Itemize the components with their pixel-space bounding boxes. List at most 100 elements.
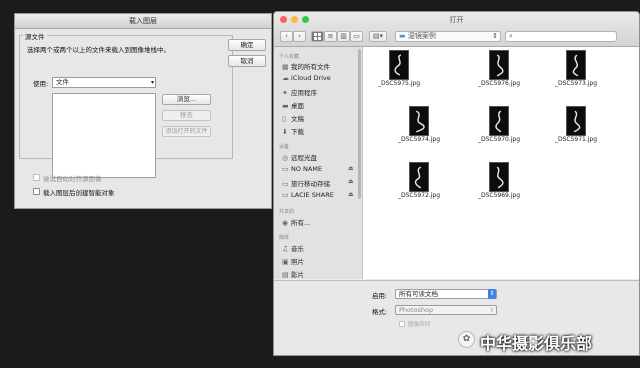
download-icon: ⬇ [282, 128, 288, 136]
sidebar-item-all-shared[interactable]: ◉ 所有... [282, 217, 310, 227]
camera-icon: ▣ [282, 258, 289, 266]
column-view-button[interactable]: ▥ [337, 31, 350, 42]
disc-icon: ◎ [282, 154, 289, 162]
file-name: _DSC5972.jpg [397, 192, 441, 199]
file-list[interactable] [52, 93, 156, 178]
sidebar-item-label: 我的所有文件 [291, 63, 330, 71]
all-files-icon: ▦ [282, 63, 289, 71]
coverflow-view-button[interactable]: ▭ [350, 31, 363, 42]
sidebar-item-photos[interactable]: ▣ 照片 [282, 256, 304, 266]
watermark-text: 中华摄影俱乐部 [480, 334, 593, 353]
use-select-value: 文件 [56, 78, 69, 86]
file-item[interactable]: _DSC5976.jpg [469, 50, 529, 87]
chevron-down-icon: ▾ [150, 79, 154, 86]
image-thumbnail [566, 106, 586, 136]
image-thumbnail [409, 106, 429, 136]
sidebar-item-applications[interactable]: ✦ 应用程序 [282, 87, 317, 97]
remove-button[interactable]: 移去 [162, 110, 211, 121]
columns-icon: ▥ [340, 32, 347, 40]
sidebar-item-icloud[interactable]: ☁ iCloud Drive [282, 74, 331, 82]
cloud-icon: ☁ [282, 74, 289, 82]
file-name: _DSC5975.jpg [377, 80, 421, 87]
music-icon: ♫ [282, 245, 289, 253]
search-field[interactable]: ⌕ [505, 31, 617, 42]
sidebar: 个人收藏 ▦ 我的所有文件 ☁ iCloud Drive ✦ 应用程序 ▬ 桌面 ▯ 文稿… [274, 47, 363, 279]
smart-object-checkbox[interactable] [33, 188, 40, 195]
search-icon: ⌕ [509, 32, 513, 40]
sidebar-item-label: 应用程序 [291, 89, 317, 97]
smart-object-label: 载入图层后创建智能对象 [43, 189, 115, 197]
eject-icon[interactable]: ⏏ [348, 165, 354, 172]
sidebar-item-desktop[interactable]: ▬ 桌面 [282, 100, 304, 110]
arrange-icon: ▤▾ [372, 32, 384, 40]
auto-align-checkbox[interactable] [33, 174, 40, 181]
sidebar-item-all-files[interactable]: ▦ 我的所有文件 [282, 61, 330, 71]
add-open-files-button[interactable]: 添加打开的文件 [162, 126, 211, 137]
location-popup[interactable]: ▬ 湿镜案例 ⇕ [395, 31, 501, 42]
sidebar-item-travel-storage[interactable]: ▭ 旅行移动存储 [282, 178, 330, 188]
file-item[interactable]: _DSC5975.jpg [369, 50, 429, 87]
format-label: 格式: [372, 308, 388, 316]
list-view-button[interactable]: ≡ [324, 31, 337, 42]
location-value: 湿镜案例 [407, 32, 436, 40]
enable-select-value: 所有可读文档 [399, 290, 438, 298]
sidebar-item-music[interactable]: ♫ 音乐 [282, 243, 304, 253]
sidebar-item-lacie-share[interactable]: ▭ LACIE SHARE [282, 191, 334, 199]
ok-button[interactable]: 确定 [228, 39, 266, 51]
enable-select[interactable]: 所有可读文档 ⇕ [395, 289, 497, 299]
file-item[interactable]: _DSC5972.jpg [389, 162, 449, 199]
file-item[interactable]: _DSC5973.jpg [546, 50, 606, 87]
file-name: _DSC5971.jpg [554, 136, 598, 143]
image-sequence-checkbox[interactable] [399, 321, 405, 327]
sidebar-item-label: iCloud Drive [291, 74, 331, 82]
sidebar-scrollbar[interactable] [358, 49, 361, 199]
updown-chevron-icon: ⇕ [492, 32, 498, 40]
file-item[interactable]: _DSC5969.jpg [469, 162, 529, 199]
sidebar-item-no-name[interactable]: ▭ NO NAME [282, 165, 322, 173]
sidebar-item-label: 所有... [291, 219, 311, 227]
sidebar-item-label: NO NAME [291, 165, 323, 173]
sidebar-item-label: 远程光盘 [291, 154, 317, 162]
file-item[interactable]: _DSC5970.jpg [469, 106, 529, 143]
format-select[interactable]: Photoshop ⇕ [395, 305, 497, 315]
watermark: ✿ 中华摄影俱乐部 [458, 329, 638, 353]
folder-icon: ▬ [399, 32, 406, 40]
drive-icon: ▭ [282, 191, 289, 199]
favorites-header: 个人收藏 [279, 54, 300, 60]
shared-header: 共享的 [279, 209, 295, 215]
sidebar-item-downloads[interactable]: ⬇ 下载 [282, 126, 304, 136]
image-thumbnail [409, 162, 429, 192]
open-file-dialog: 打开 ‹ › ≡ ▥ ▭ ▤▾ ▬ 湿镜案例 ⇕ ⌕ 个人收藏 ▦ 我的所有文件 … [273, 11, 640, 356]
image-thumbnail [489, 50, 509, 80]
icon-view-button[interactable] [311, 31, 324, 42]
sidebar-item-label: 桌面 [291, 102, 304, 110]
sidebar-item-label: 下载 [291, 128, 304, 136]
grid-icon [314, 33, 321, 40]
back-button[interactable]: ‹ [280, 31, 293, 42]
forward-button[interactable]: › [293, 31, 306, 42]
use-label: 使用: [33, 80, 49, 88]
image-thumbnail [566, 50, 586, 80]
image-thumbnail [489, 106, 509, 136]
auto-align-label: 尝试自动对齐源图像 [43, 175, 102, 183]
file-item[interactable]: _DSC5974.jpg [389, 106, 449, 143]
arrange-button[interactable]: ▤▾ [369, 31, 387, 42]
eject-icon[interactable]: ⏏ [348, 178, 354, 185]
sidebar-item-documents[interactable]: ▯ 文稿 [282, 113, 304, 123]
browse-button[interactable]: 浏览... [162, 94, 211, 105]
file-name: _DSC5974.jpg [397, 136, 441, 143]
cancel-button[interactable]: 取消 [228, 55, 266, 67]
list-icon: ≡ [327, 32, 334, 40]
file-name: _DSC5969.jpg [477, 192, 521, 199]
devices-header: 设备 [279, 144, 290, 150]
file-item[interactable]: _DSC5971.jpg [546, 106, 606, 143]
eject-icon[interactable]: ⏏ [348, 191, 354, 198]
media-header: 媒体 [279, 235, 290, 241]
image-sequence-label: 图像序列 [408, 322, 431, 328]
sidebar-item-label: 音乐 [291, 245, 304, 253]
drive-icon: ▭ [282, 180, 289, 188]
sidebar-item-remote-disc[interactable]: ◎ 远程光盘 [282, 152, 317, 162]
globe-icon: ◉ [282, 219, 289, 227]
use-select[interactable]: 文件 ▾ [52, 77, 156, 88]
sidebar-item-movies[interactable]: ▤ 影片 [282, 269, 304, 279]
